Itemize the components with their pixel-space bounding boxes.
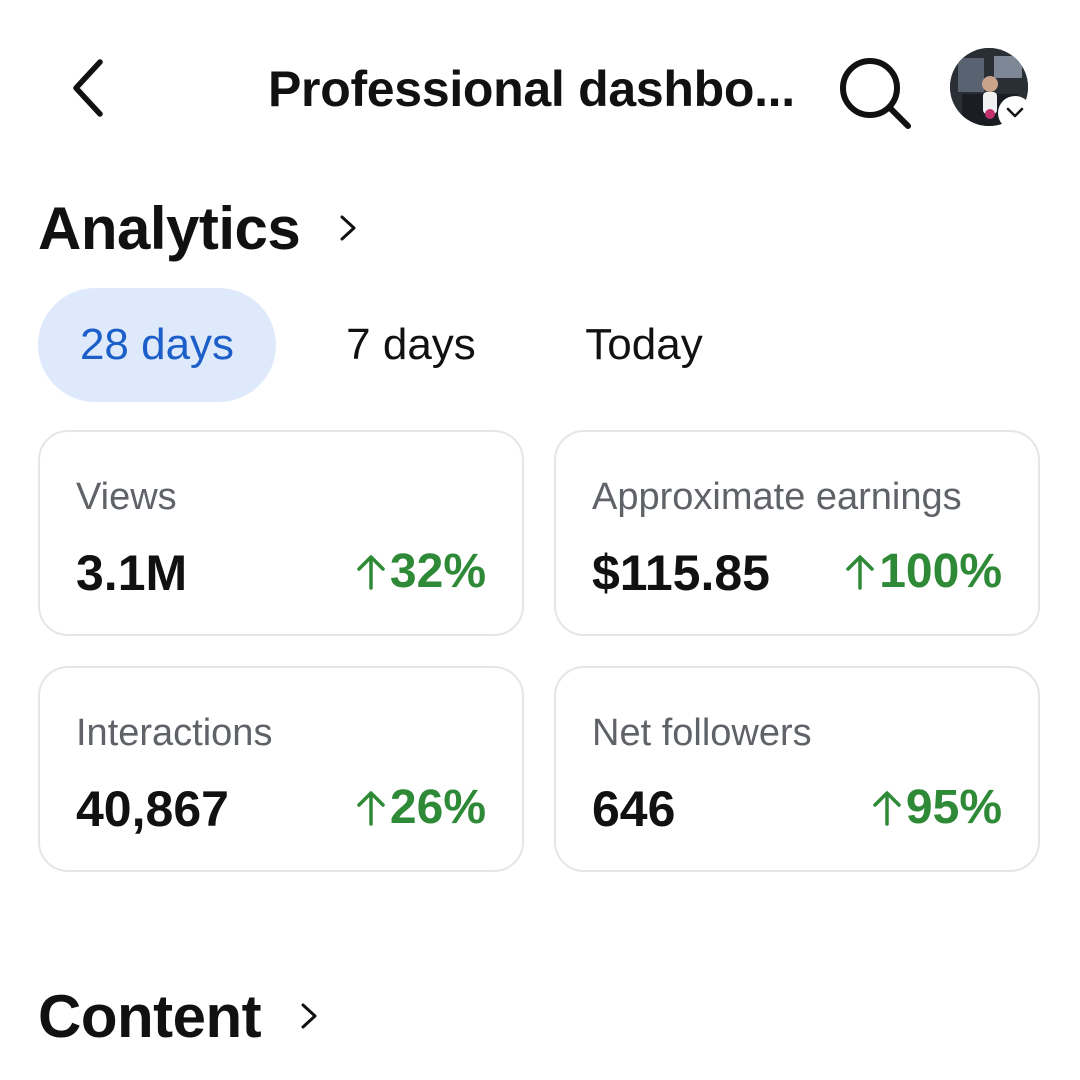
back-button[interactable] (52, 52, 124, 124)
arrow-up-icon (870, 788, 904, 828)
account-switcher-button[interactable] (998, 96, 1032, 130)
content-section-header[interactable]: Content (38, 980, 319, 1052)
metric-change: 26% (354, 780, 486, 835)
metric-change-value: 95% (905, 781, 1002, 834)
tab-7-days[interactable]: 7 days (316, 288, 506, 402)
metric-value: 646 (592, 781, 676, 837)
analytics-title: Analytics (38, 194, 301, 262)
page-title: Professional dashbo... (268, 61, 795, 117)
back-arrow-icon (73, 59, 103, 117)
metric-change: 32% (354, 544, 486, 599)
metric-change-value: 26% (389, 781, 486, 834)
metric-card-net-followers[interactable]: Net followers 646 95% (554, 666, 1040, 872)
metric-label: Net followers (592, 712, 812, 754)
analytics-section-header[interactable]: Analytics (38, 192, 358, 264)
metric-label: Views (76, 476, 177, 518)
arrow-up-icon (354, 788, 388, 828)
content-title: Content (38, 982, 262, 1050)
metric-change: 95% (870, 780, 1002, 835)
metric-value: 40,867 (76, 781, 229, 837)
tab-28-days[interactable]: 28 days (38, 288, 276, 402)
tab-today[interactable]: Today (552, 288, 736, 402)
chevron-right-icon (340, 215, 356, 241)
metric-change-value: 32% (389, 545, 486, 598)
tab-label: 7 days (346, 320, 476, 369)
search-icon (840, 58, 911, 129)
arrow-up-icon (843, 552, 877, 592)
metric-value: 3.1M (76, 545, 188, 601)
tab-label: 28 days (79, 320, 235, 369)
metric-card-earnings[interactable]: Approximate earnings $115.85 100% (554, 430, 1040, 636)
tab-label: Today (585, 320, 703, 369)
metric-change-value: 100% (879, 545, 1002, 598)
metric-card-interactions[interactable]: Interactions 40,867 26% (38, 666, 524, 872)
chevron-down-icon (1006, 107, 1024, 118)
metric-card-views[interactable]: Views 3.1M 32% (38, 430, 524, 636)
chevron-right-icon (301, 1003, 317, 1029)
metric-label: Interactions (76, 712, 273, 754)
arrow-up-icon (354, 552, 388, 592)
metric-value: $115.85 (592, 545, 770, 601)
search-button[interactable] (832, 50, 916, 134)
metric-label: Approximate earnings (592, 476, 962, 518)
metric-change: 100% (843, 544, 1002, 599)
